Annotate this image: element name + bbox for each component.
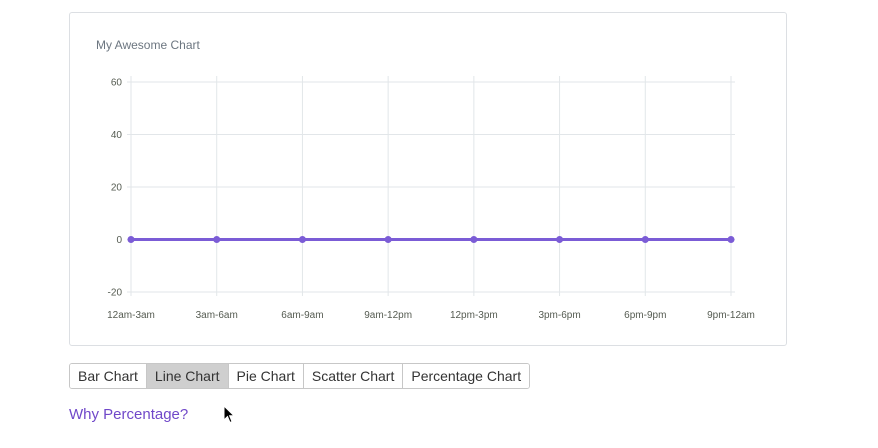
data-point (470, 236, 478, 243)
x-tick-label: 6am-9am (281, 310, 323, 321)
chart-card: My Awesome Chart 60 40 20 0 -20 12am-3am 3am-6… (69, 12, 787, 346)
pie-chart-button[interactable]: Pie Chart (228, 364, 304, 388)
line-chart-button[interactable]: Line Chart (146, 364, 229, 388)
data-point (298, 236, 306, 243)
x-tick-label: 12pm-3pm (450, 310, 498, 321)
percentage-chart-button[interactable]: Percentage Chart (403, 364, 530, 388)
y-tick-label: 40 (111, 130, 123, 141)
data-point (556, 236, 564, 243)
line-chart: 60 40 20 0 -20 12am-3am 3am-6am 6am-9am 9am-12pm… (107, 76, 755, 321)
scatter-chart-button[interactable]: Scatter Chart (303, 364, 404, 388)
y-tick-label: 60 (111, 78, 123, 89)
data-point (727, 236, 735, 243)
data-point (127, 236, 135, 243)
x-tick-label: 6pm-9pm (624, 310, 666, 321)
data-point (213, 236, 221, 243)
x-tick-label: 9pm-12am (707, 310, 755, 321)
bar-chart-button[interactable]: Bar Chart (70, 364, 147, 388)
chart-type-button-group: Bar Chart Line Chart Pie Chart Scatter C… (69, 363, 531, 389)
arrow-cursor-icon (223, 405, 235, 424)
x-tick-label: 12am-3am (107, 310, 155, 321)
x-tick-label: 3pm-6pm (538, 310, 580, 321)
data-point (641, 236, 649, 243)
why-percentage-link[interactable]: Why Percentage? (69, 406, 188, 423)
y-tick-label: 0 (116, 235, 122, 246)
y-tick-label: -20 (108, 288, 123, 299)
x-tick-label: 3am-6am (196, 310, 238, 321)
x-tick-label: 9am-12pm (364, 310, 412, 321)
y-tick-label: 20 (111, 183, 123, 194)
data-point (384, 236, 392, 243)
